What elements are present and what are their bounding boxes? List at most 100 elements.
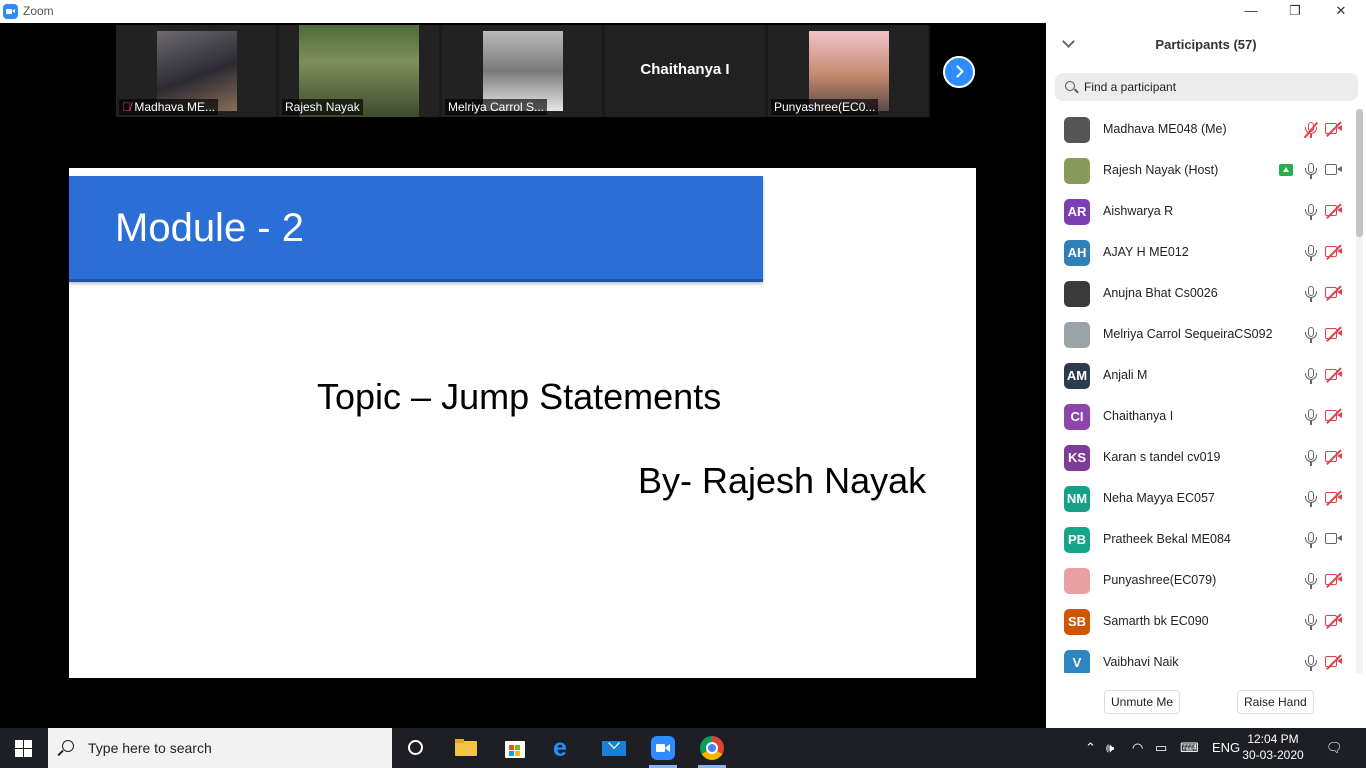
- participant-row[interactable]: AR Aishwarya R: [1046, 191, 1356, 232]
- slide-banner: Module - 2: [69, 176, 763, 282]
- video-off-icon[interactable]: [1325, 492, 1343, 504]
- panel-title: Participants (57): [1155, 37, 1257, 52]
- participant-name: Anjali M: [1103, 368, 1148, 382]
- mic-icon[interactable]: [1304, 368, 1318, 384]
- mic-icon[interactable]: [1304, 204, 1318, 220]
- video-off-icon[interactable]: [1325, 205, 1343, 217]
- avatar: [1064, 568, 1090, 594]
- video-thumbnail[interactable]: Rajesh Nayak: [279, 25, 439, 117]
- avatar: KS: [1064, 445, 1090, 471]
- taskbar-search-box[interactable]: Type here to search: [48, 728, 392, 768]
- video-icon[interactable]: [1325, 533, 1343, 545]
- meeting-main-area: 🎙̸ Madhava ME... Rajesh Nayak Melriya Ca…: [0, 23, 1046, 728]
- participant-name: Rajesh Nayak (Host): [1103, 163, 1219, 177]
- volume-icon[interactable]: 🕪: [1106, 740, 1114, 756]
- avatar: AM: [1064, 363, 1090, 389]
- video-off-icon[interactable]: [1325, 615, 1343, 627]
- mic-muted-icon[interactable]: [1304, 122, 1318, 138]
- keyboard-icon[interactable]: ⌨: [1180, 740, 1199, 756]
- participant-name: Karan s tandel cv019: [1103, 450, 1221, 464]
- video-off-icon[interactable]: [1325, 287, 1343, 299]
- notifications-icon[interactable]: 🗨: [1326, 740, 1343, 756]
- participant-row[interactable]: V Vaibhavi Naik: [1046, 642, 1356, 673]
- video-off-icon[interactable]: [1325, 451, 1343, 463]
- search-icon: [62, 740, 74, 752]
- avatar: SB: [1064, 609, 1090, 635]
- participant-row[interactable]: KS Karan s tandel cv019: [1046, 437, 1356, 478]
- scrollbar-thumb[interactable]: [1356, 109, 1363, 237]
- video-off-icon[interactable]: [1325, 328, 1343, 340]
- wifi-icon[interactable]: ◠: [1132, 740, 1143, 756]
- search-input[interactable]: [1082, 73, 1352, 101]
- language-indicator[interactable]: ENG: [1212, 740, 1240, 755]
- participant-name: Chaithanya I: [1103, 409, 1174, 423]
- battery-icon[interactable]: ▭: [1155, 740, 1167, 756]
- slide-topic: Topic – Jump Statements: [317, 376, 722, 417]
- participant-row[interactable]: CI Chaithanya I: [1046, 396, 1356, 437]
- video-thumbnail[interactable]: Punyashree(EC0...: [768, 25, 928, 117]
- avatar: CI: [1064, 404, 1090, 430]
- chevron-up-icon[interactable]: ⌃: [1085, 740, 1096, 756]
- avatar: PB: [1064, 527, 1090, 553]
- participant-row[interactable]: NM Neha Mayya EC057: [1046, 478, 1356, 519]
- unmute-me-button[interactable]: Unmute Me: [1104, 690, 1181, 714]
- slide-heading: Module - 2: [115, 206, 304, 250]
- participant-row[interactable]: Rajesh Nayak (Host): [1046, 150, 1356, 191]
- avatar: NM: [1064, 486, 1090, 512]
- participant-name: Madhava ME048 (Me): [1103, 122, 1227, 136]
- system-clock[interactable]: 12:04 PM 30-03-2020: [1238, 731, 1308, 763]
- participant-list-scrollbar[interactable]: [1356, 109, 1363, 673]
- taskbar-search-placeholder: Type here to search: [88, 740, 212, 756]
- video-off-icon[interactable]: [1325, 123, 1343, 135]
- shared-slide: Module - 2 Topic – Jump Statements By- R…: [69, 168, 976, 678]
- video-off-icon[interactable]: [1325, 574, 1343, 586]
- avatar: V: [1064, 650, 1090, 673]
- windows-start-button[interactable]: [15, 740, 32, 757]
- mic-icon[interactable]: [1304, 327, 1318, 343]
- participant-name: Punyashree(EC079): [1103, 573, 1217, 587]
- mic-icon[interactable]: [1304, 655, 1318, 671]
- mic-icon[interactable]: [1304, 532, 1318, 548]
- participant-row[interactable]: SB Samarth bk EC090: [1046, 601, 1356, 642]
- mic-icon[interactable]: [1304, 163, 1318, 179]
- participant-row[interactable]: Madhava ME048 (Me): [1046, 109, 1356, 150]
- mic-icon[interactable]: [1304, 491, 1318, 507]
- video-thumbnail[interactable]: Melriya Carrol S...: [442, 25, 602, 117]
- participant-row[interactable]: PB Pratheek Bekal ME084: [1046, 519, 1356, 560]
- mic-icon[interactable]: [1304, 573, 1318, 589]
- next-page-button[interactable]: [943, 56, 975, 88]
- store-icon[interactable]: [504, 736, 528, 760]
- video-thumbnail[interactable]: 🎙̸ Madhava ME...: [116, 25, 276, 117]
- participant-row[interactable]: Punyashree(EC079): [1046, 560, 1356, 601]
- windows-taskbar: Type here to search e ⌃ 🕪 ◠ ▭ ⌨ ENG 12:0…: [0, 728, 1366, 768]
- mail-icon[interactable]: [602, 736, 626, 760]
- video-icon[interactable]: [1325, 164, 1343, 176]
- chrome-icon[interactable]: [700, 736, 724, 760]
- video-off-icon[interactable]: [1325, 656, 1343, 668]
- video-off-icon[interactable]: [1325, 369, 1343, 381]
- edge-icon[interactable]: e: [553, 736, 577, 761]
- video-off-icon[interactable]: [1325, 410, 1343, 422]
- zoom-icon[interactable]: [651, 736, 675, 760]
- participant-list: Madhava ME048 (Me) Rajesh Nayak (Host) AR A…: [1046, 109, 1356, 673]
- participant-row[interactable]: Melriya Carrol SequeiraCS092: [1046, 314, 1356, 355]
- mic-icon[interactable]: [1304, 245, 1318, 261]
- participant-name: Anujna Bhat Cs0026: [1103, 286, 1218, 300]
- raise-hand-button[interactable]: Raise Hand: [1237, 690, 1314, 714]
- participant-search[interactable]: [1055, 73, 1358, 101]
- maximize-button[interactable]: ❐: [1272, 0, 1318, 23]
- mic-icon[interactable]: [1304, 614, 1318, 630]
- video-thumbnail[interactable]: Chaithanya I: [605, 25, 765, 117]
- mic-icon[interactable]: [1304, 286, 1318, 302]
- file-explorer-icon[interactable]: [455, 736, 479, 760]
- minimize-button[interactable]: —: [1228, 0, 1274, 23]
- mic-icon[interactable]: [1304, 450, 1318, 466]
- mic-icon[interactable]: [1304, 409, 1318, 425]
- video-off-icon[interactable]: [1325, 246, 1343, 258]
- avatar: [1064, 117, 1090, 143]
- close-button[interactable]: ✕: [1318, 0, 1364, 23]
- task-view-icon[interactable]: [404, 736, 428, 760]
- participant-row[interactable]: AM Anjali M: [1046, 355, 1356, 396]
- participant-row[interactable]: AH AJAY H ME012: [1046, 232, 1356, 273]
- participant-row[interactable]: Anujna Bhat Cs0026: [1046, 273, 1356, 314]
